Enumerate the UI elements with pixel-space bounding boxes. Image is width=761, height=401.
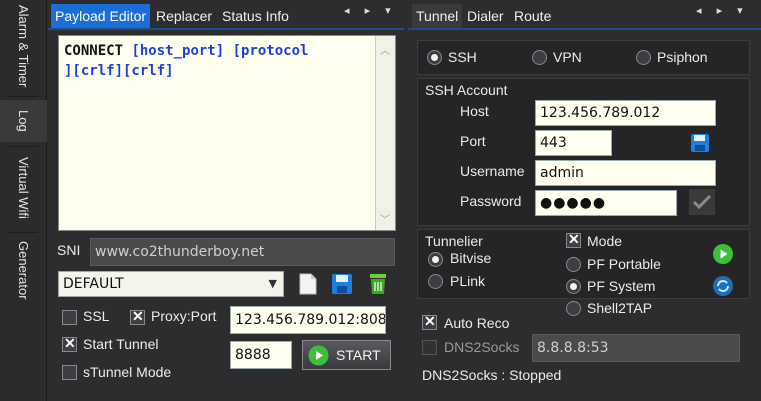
username-label: Username xyxy=(460,163,525,179)
editor-scrollbar[interactable]: ︿ ﹀ xyxy=(375,36,395,230)
tunnel-panel: Tunnel Dialer Route ◂ ▸ ▾ SSH VPN Psipho… xyxy=(408,0,761,401)
tunnel-tabbar: Tunnel Dialer Route ◂ ▸ ▾ xyxy=(408,0,761,30)
pf-portable-radio[interactable] xyxy=(566,257,581,272)
sni-input[interactable]: www.co2thunderboy.net xyxy=(90,238,395,266)
start-button[interactable]: START xyxy=(302,340,391,370)
dns2socks-checkbox[interactable] xyxy=(422,340,437,355)
host-label: Host xyxy=(460,103,489,119)
chevron-down-icon[interactable]: ﹀ xyxy=(380,211,390,226)
profile-select[interactable]: DEFAULT ▼ xyxy=(58,271,284,297)
plink-label: PLink xyxy=(450,273,486,289)
proxy-port-checkbox[interactable] xyxy=(130,308,145,325)
username-input[interactable]: admin xyxy=(535,160,716,186)
bitvise-label: Bitvise xyxy=(450,250,492,266)
save-icon[interactable] xyxy=(330,272,354,296)
divider xyxy=(8,146,38,147)
tab-scroll-arrows[interactable]: ◂ ▸ ▾ xyxy=(344,4,397,17)
payload-editor[interactable]: CONNECT [host_port] [protocol ][crlf][cr… xyxy=(58,35,396,231)
stunnel-mode-checkbox[interactable] xyxy=(62,365,77,380)
mode-label: Mode xyxy=(587,233,623,249)
tab-route[interactable]: Route xyxy=(510,4,555,28)
side-tab-label: Generator xyxy=(16,240,31,300)
plink-radio[interactable] xyxy=(428,274,443,289)
profile-selected-value: DEFAULT xyxy=(63,276,124,292)
port-input[interactable]: 443 xyxy=(535,130,612,156)
port-label: Port xyxy=(460,133,486,149)
local-port-input[interactable]: 8888 xyxy=(230,341,292,369)
proxy-port-label: Proxy:Port xyxy=(151,308,217,324)
tab-status-info[interactable]: Status Info xyxy=(218,4,293,28)
divider xyxy=(8,96,38,97)
side-tab-label: Virtual Wifi xyxy=(16,157,31,219)
chevron-up-icon[interactable]: ︿ xyxy=(380,42,390,57)
dns2socks-input[interactable]: 8.8.8.8:53 xyxy=(532,334,740,362)
show-password-icon[interactable] xyxy=(689,189,715,215)
side-tab-log[interactable]: Log xyxy=(0,100,47,142)
tunnelier-label: Tunnelier xyxy=(425,233,483,249)
shell2tap-label: Shell2TAP xyxy=(587,300,653,316)
ssl-checkbox[interactable] xyxy=(62,310,77,325)
payload-token: ][crlf][crlf] xyxy=(64,63,174,79)
psiphon-radio[interactable] xyxy=(636,50,651,65)
chevron-down-icon: ▼ xyxy=(268,277,277,290)
mode-checkbox[interactable] xyxy=(566,231,581,248)
side-tab-virtual-wifi[interactable]: Virtual Wifi xyxy=(0,148,47,228)
ssh-account-label: SSH Account xyxy=(425,82,508,98)
vpn-radio[interactable] xyxy=(532,50,547,65)
payload-tabbar: Payload Editor Replacer Status Info ◂ ▸ … xyxy=(48,0,404,30)
status-text: DNS2Socks : Stopped xyxy=(422,367,562,383)
vpn-label: VPN xyxy=(553,49,582,65)
new-file-icon[interactable] xyxy=(296,272,320,296)
payload-connect: CONNECT xyxy=(64,43,132,59)
payload-panel: Payload Editor Replacer Status Info ◂ ▸ … xyxy=(48,0,404,401)
side-tab-label: Alarm & Timer xyxy=(16,4,31,88)
shell2tap-radio[interactable] xyxy=(566,301,581,316)
proxy-port-input[interactable]: 123.456.789.012:8080 xyxy=(230,306,386,334)
trash-icon[interactable] xyxy=(366,272,390,296)
pf-system-radio[interactable] xyxy=(566,279,581,294)
payload-token: [host_port] [protocol xyxy=(131,43,309,59)
side-tab-generator[interactable]: Generator xyxy=(0,236,47,304)
password-label: Password xyxy=(460,193,522,209)
bitvise-radio[interactable] xyxy=(428,252,443,267)
pf-portable-label: PF Portable xyxy=(587,256,661,272)
divider xyxy=(8,232,38,233)
dns2socks-label: DNS2Socks xyxy=(444,339,520,355)
tab-scroll-arrows[interactable]: ◂ ▸ ▾ xyxy=(696,4,749,17)
start-label: START xyxy=(336,347,381,363)
stunnel-mode-label: sTunnel Mode xyxy=(83,364,172,380)
start-tunnel-checkbox[interactable] xyxy=(62,335,77,352)
tab-payload-editor[interactable]: Payload Editor xyxy=(51,4,151,28)
tab-replacer[interactable]: Replacer xyxy=(152,4,216,28)
ssh-label: SSH xyxy=(448,49,477,65)
payload-text: CONNECT [host_port] [protocol ][crlf][cr… xyxy=(64,41,369,81)
tab-dialer[interactable]: Dialer xyxy=(463,4,508,28)
side-tab-label: Log xyxy=(16,110,31,132)
start-tunnel-label: Start Tunnel xyxy=(83,336,159,352)
tab-tunnel[interactable]: Tunnel xyxy=(412,4,463,28)
play-icon[interactable] xyxy=(711,242,735,266)
sni-label: SNI xyxy=(57,242,81,258)
side-tab-alarm-timer[interactable]: Alarm & Timer xyxy=(0,0,47,92)
save-icon[interactable] xyxy=(688,131,712,155)
pf-system-label: PF System xyxy=(587,278,656,294)
ssl-label: SSL xyxy=(83,308,110,324)
play-icon xyxy=(308,345,329,366)
auto-reco-label: Auto Reco xyxy=(444,315,510,331)
ssh-radio[interactable] xyxy=(427,50,442,65)
side-tab-strip: Alarm & Timer Log Virtual Wifi Generator xyxy=(0,0,47,401)
password-input[interactable]: ●●●●● xyxy=(535,190,677,216)
auto-reco-checkbox[interactable] xyxy=(422,313,437,330)
psiphon-label: Psiphon xyxy=(657,49,708,65)
host-input[interactable]: 123.456.789.012 xyxy=(535,100,716,126)
refresh-icon[interactable] xyxy=(711,274,735,298)
